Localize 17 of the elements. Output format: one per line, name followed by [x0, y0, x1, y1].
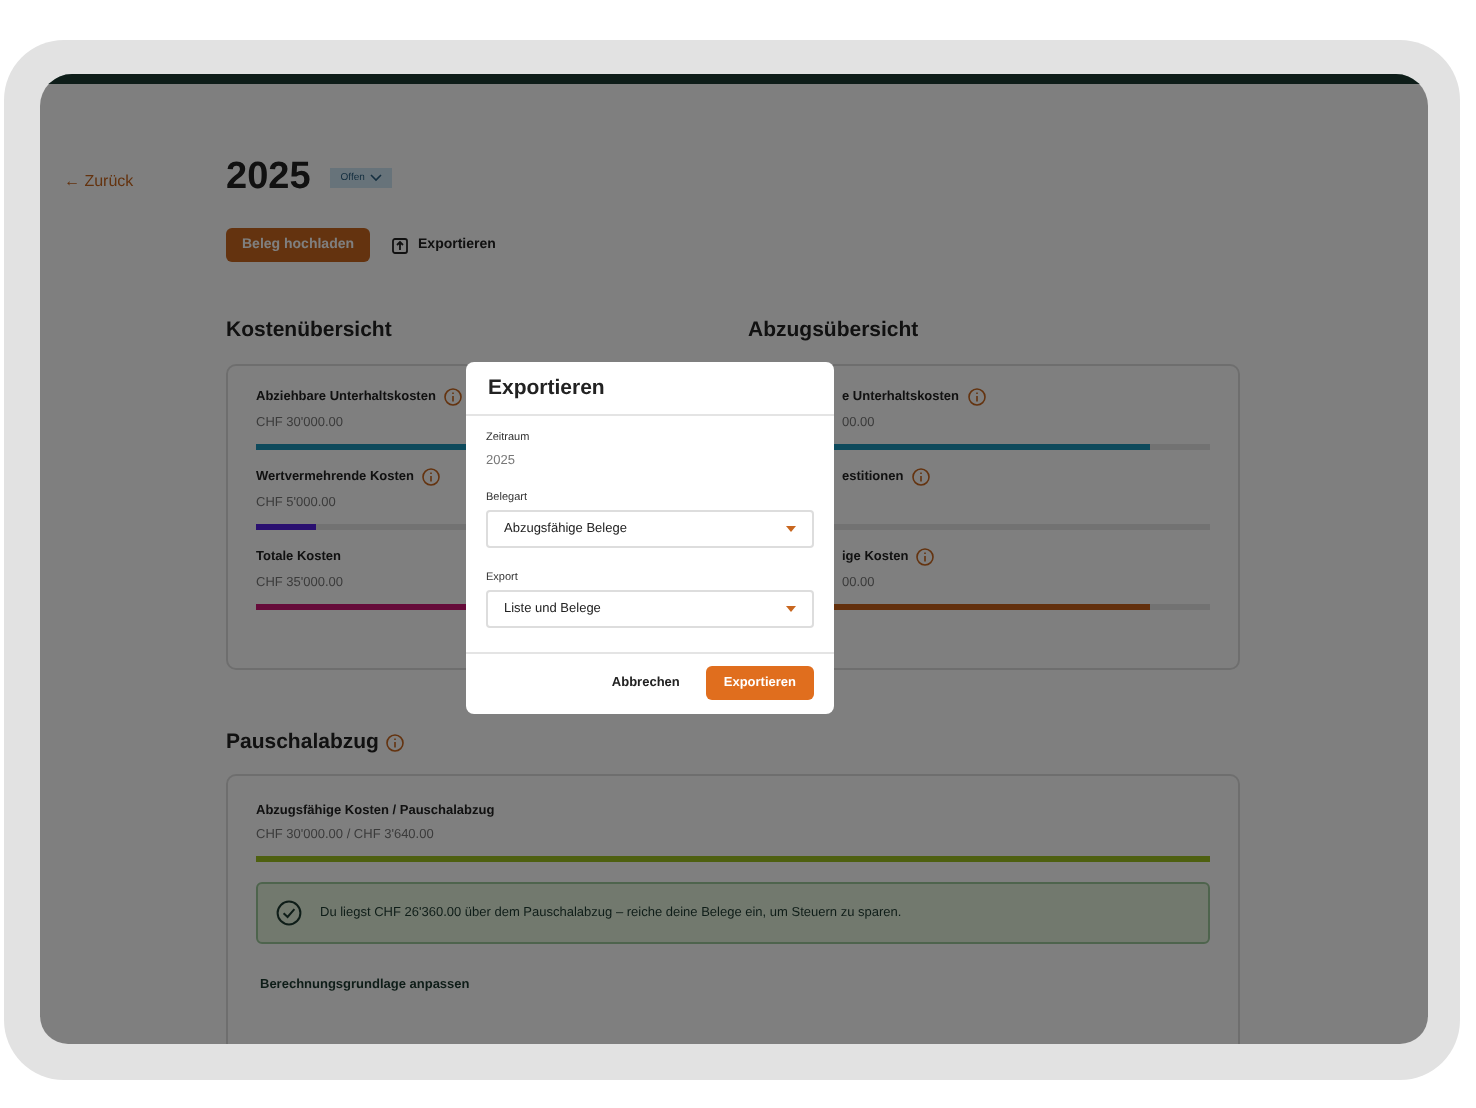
export-icon[interactable] — [392, 237, 409, 253]
caret-icon — [786, 606, 796, 612]
back-link[interactable]: ← Zurück — [64, 172, 134, 190]
chevron-icon — [370, 174, 383, 182]
section-title: Abzugsübersicht — [748, 318, 921, 342]
info-icon[interactable] — [422, 467, 440, 485]
info-icon[interactable] — [386, 733, 405, 751]
dialog-title: Exportieren — [488, 376, 605, 400]
section-title: Pauschalabzug — [226, 730, 379, 754]
info-icon[interactable] — [443, 387, 462, 405]
section-title: Kostenübersicht — [226, 318, 394, 342]
info-icon[interactable] — [916, 547, 935, 565]
caret-icon — [786, 526, 796, 532]
check-circle-icon — [276, 900, 302, 926]
info-icon[interactable] — [911, 467, 930, 485]
info-icon[interactable] — [967, 387, 986, 405]
page-title: 2025 — [226, 156, 311, 200]
